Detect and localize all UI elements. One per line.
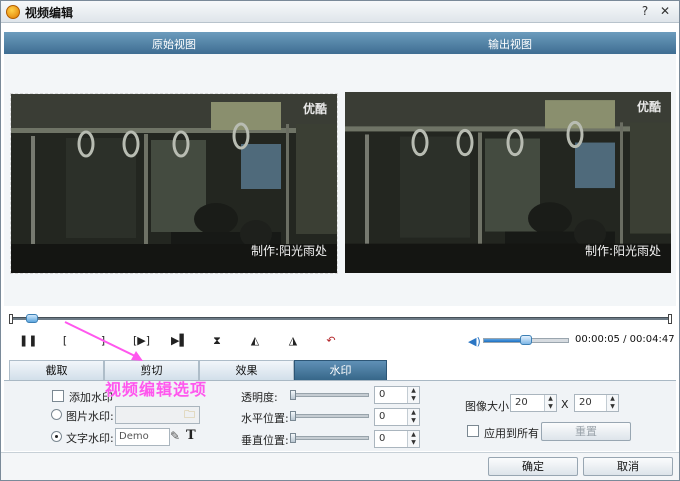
image-watermark-label: 图片水印: bbox=[66, 410, 114, 423]
cancel-button[interactable]: 取消 bbox=[583, 457, 673, 476]
text-watermark-label: 文字水印: bbox=[66, 432, 114, 445]
folder-icon[interactable]: 🗀 bbox=[184, 407, 195, 423]
spin-arrows-icon[interactable]: ▲ ▼ bbox=[407, 387, 419, 403]
video-text-watermark: 制作:阳光雨处 bbox=[584, 244, 661, 258]
spin-arrows-icon[interactable]: ▲ ▼ bbox=[407, 431, 419, 447]
image-watermark-radio[interactable] bbox=[51, 409, 62, 420]
window-title: 视频编辑 bbox=[25, 6, 74, 20]
font-icon[interactable]: T bbox=[186, 428, 196, 443]
close-icon[interactable]: ✕ bbox=[657, 4, 673, 19]
spin-arrows-icon[interactable]: ▲ ▼ bbox=[606, 395, 618, 411]
size-separator: X bbox=[561, 398, 569, 411]
apply-to-all-checkbox[interactable] bbox=[467, 425, 479, 437]
transparency-slider[interactable] bbox=[291, 393, 369, 397]
annotation-arrow-icon bbox=[64, 321, 143, 361]
transparency-value: 0 bbox=[379, 389, 386, 400]
rotate-left-icon[interactable]: ◮ bbox=[285, 334, 301, 348]
image-width-value: 20 bbox=[515, 397, 528, 408]
vertical-position-value: 0 bbox=[379, 433, 386, 444]
tab-effects[interactable]: 效果 bbox=[199, 360, 294, 380]
apply-to-all-label: 应用到所有 bbox=[484, 427, 539, 440]
video-edit-window: 视频编辑 ? ✕ 原始视图 输出视图 优酷 制作:阳光雨处 优酷 制作:阳光雨处… bbox=[0, 0, 680, 481]
output-view-label: 输出视图 bbox=[488, 38, 532, 51]
vertical-position-slider[interactable] bbox=[291, 436, 369, 440]
spin-arrows-icon[interactable]: ▲ ▼ bbox=[407, 409, 419, 425]
vertical-position-spinner[interactable]: 0 ▲ ▼ bbox=[374, 430, 420, 448]
next-frame-button[interactable]: ▶▌ bbox=[171, 334, 188, 348]
pause-button[interactable]: ❚❚ bbox=[19, 334, 37, 348]
undo-icon[interactable]: ↶ bbox=[323, 334, 339, 348]
horizontal-position-slider[interactable] bbox=[291, 414, 369, 418]
original-view-label: 原始视图 bbox=[152, 38, 196, 51]
spin-arrows-icon[interactable]: ▲ ▼ bbox=[544, 395, 556, 411]
app-logo-icon bbox=[6, 5, 20, 19]
volume-icon[interactable]: ◀) bbox=[468, 335, 482, 348]
vertical-position-thumb[interactable] bbox=[290, 433, 296, 443]
horizontal-position-thumb[interactable] bbox=[290, 411, 296, 421]
help-icon[interactable]: ? bbox=[637, 4, 653, 19]
video-logo-watermark: 优酷 bbox=[636, 100, 661, 114]
title-bar: 视频编辑 ? ✕ bbox=[1, 1, 679, 23]
transparency-label: 透明度: bbox=[241, 391, 278, 404]
flip-vertical-icon[interactable]: ⧗ bbox=[209, 334, 225, 348]
ok-button[interactable]: 确定 bbox=[488, 457, 578, 476]
add-watermark-checkbox[interactable] bbox=[52, 390, 64, 402]
output-video-preview: 优酷 制作:阳光雨处 bbox=[345, 92, 671, 273]
original-video-preview[interactable]: 优酷 制作:阳光雨处 bbox=[10, 93, 338, 274]
video-text-watermark: 制作:阳光雨处 bbox=[250, 244, 327, 258]
rotate-right-icon[interactable]: ◭ bbox=[247, 334, 263, 348]
image-size-label: 图像大小: bbox=[465, 400, 513, 413]
video-logo-watermark: 优酷 bbox=[302, 102, 327, 116]
preview-header: 原始视图 输出视图 bbox=[4, 32, 676, 54]
image-height-value: 20 bbox=[579, 397, 592, 408]
annotation-label: 视频编辑选项 bbox=[105, 380, 208, 399]
tab-watermark[interactable]: 水印 bbox=[294, 360, 387, 380]
reset-button[interactable]: 重置 bbox=[541, 422, 631, 441]
vertical-position-label: 垂直位置: bbox=[241, 434, 289, 447]
horizontal-position-spinner[interactable]: 0 ▲ ▼ bbox=[374, 408, 420, 426]
volume-level bbox=[484, 339, 522, 342]
image-width-spinner[interactable]: 20 ▲ ▼ bbox=[510, 394, 557, 412]
image-height-spinner[interactable]: 20 ▲ ▼ bbox=[574, 394, 619, 412]
transparency-thumb[interactable] bbox=[290, 390, 296, 400]
image-watermark-field[interactable]: 🗀 bbox=[115, 406, 200, 424]
horizontal-position-value: 0 bbox=[379, 411, 386, 422]
volume-thumb[interactable] bbox=[520, 335, 532, 345]
text-watermark-radio[interactable] bbox=[51, 431, 62, 442]
horizontal-position-label: 水平位置: bbox=[241, 412, 289, 425]
time-readout: 00:00:05 / 00:04:47 bbox=[575, 334, 675, 345]
pen-icon[interactable]: ✎ bbox=[170, 429, 180, 443]
transparency-spinner[interactable]: 0 ▲ ▼ bbox=[374, 386, 420, 404]
trim-end-marker[interactable] bbox=[668, 314, 672, 324]
text-watermark-input[interactable]: Demo bbox=[115, 428, 170, 446]
timeline-thumb[interactable] bbox=[25, 314, 38, 323]
